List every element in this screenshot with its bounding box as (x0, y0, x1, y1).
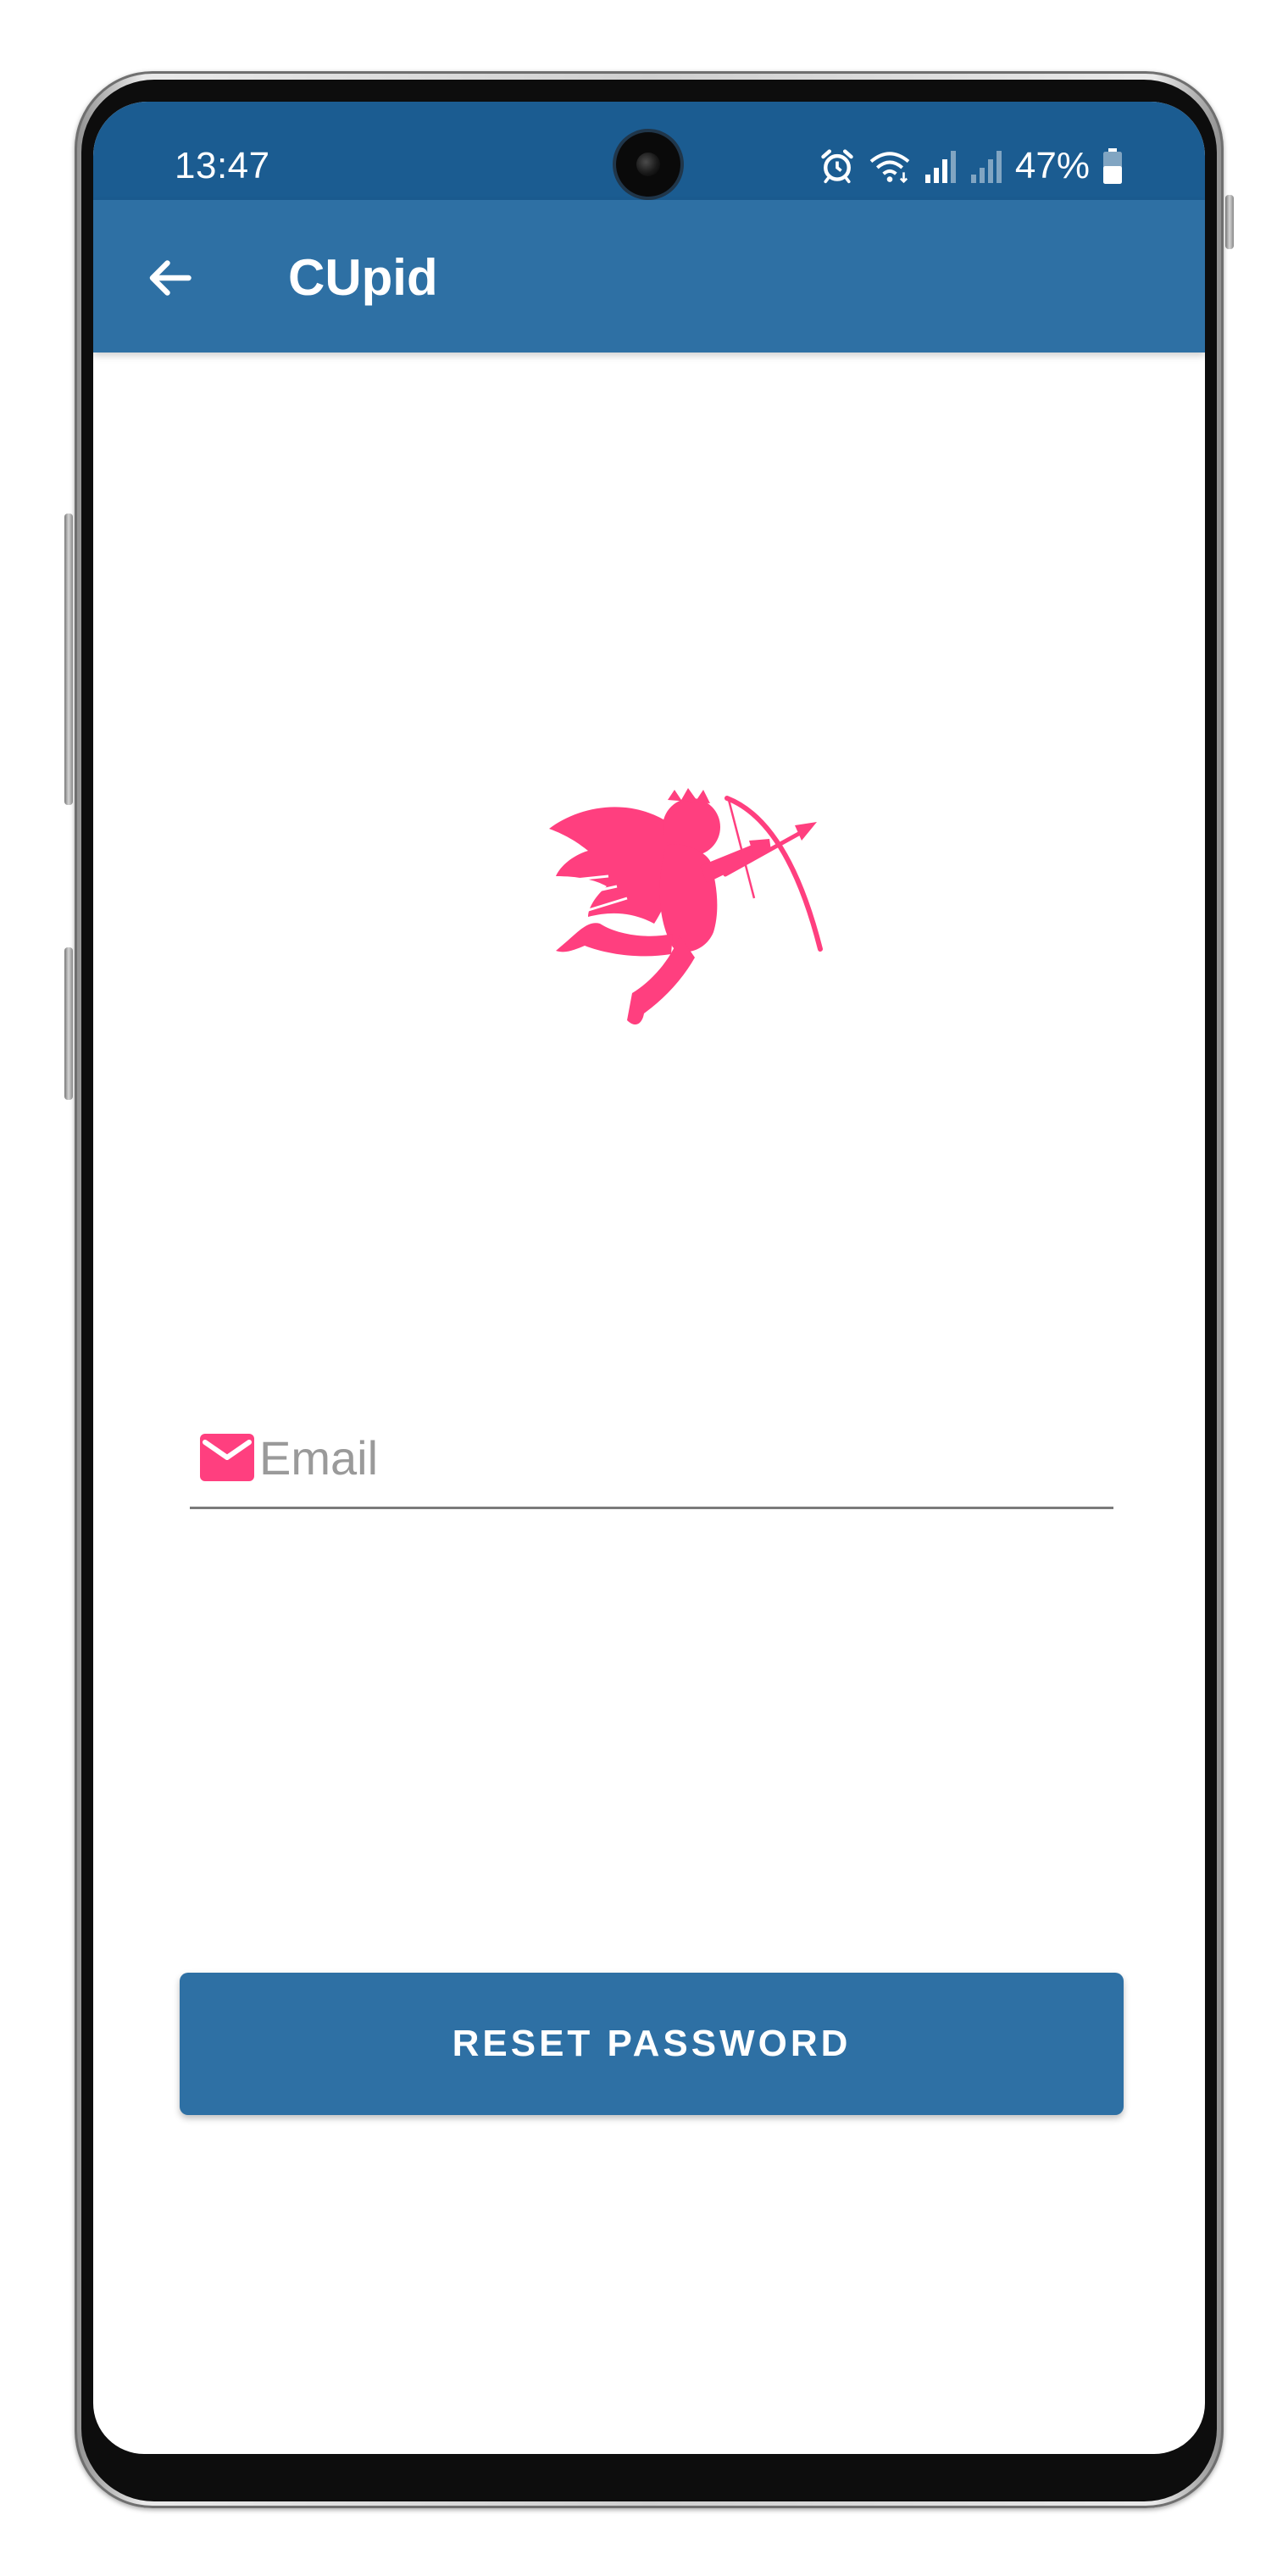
signal-icon (924, 151, 956, 183)
email-field[interactable] (190, 1403, 1113, 1512)
alarm-icon (821, 149, 853, 184)
mail-icon (200, 1434, 254, 1481)
volume-button (64, 514, 73, 805)
status-time: 13:47 (175, 145, 270, 186)
phone-screen: 13:47 47% CUpid Email RESET PASSWORD (93, 102, 1205, 2454)
email-underline (190, 1507, 1113, 1509)
status-bar: 13:47 47% (93, 102, 1205, 200)
app-title: CUpid (288, 249, 438, 306)
back-button[interactable] (134, 242, 205, 314)
wifi-icon (869, 152, 910, 184)
battery-percentage: 47% (1014, 145, 1090, 186)
app-bar: CUpid (93, 200, 1205, 353)
power-button (1225, 195, 1234, 249)
status-icons: 47% (819, 146, 1124, 186)
cupid-logo (549, 788, 823, 1025)
reset-password-button[interactable]: RESET PASSWORD (180, 1973, 1124, 2115)
arrow-left-icon (149, 260, 192, 296)
bixby-button (64, 947, 73, 1100)
email-input[interactable] (259, 1427, 1107, 1488)
signal-icon (970, 151, 1002, 183)
front-camera (616, 132, 680, 197)
battery-icon (1103, 148, 1122, 184)
